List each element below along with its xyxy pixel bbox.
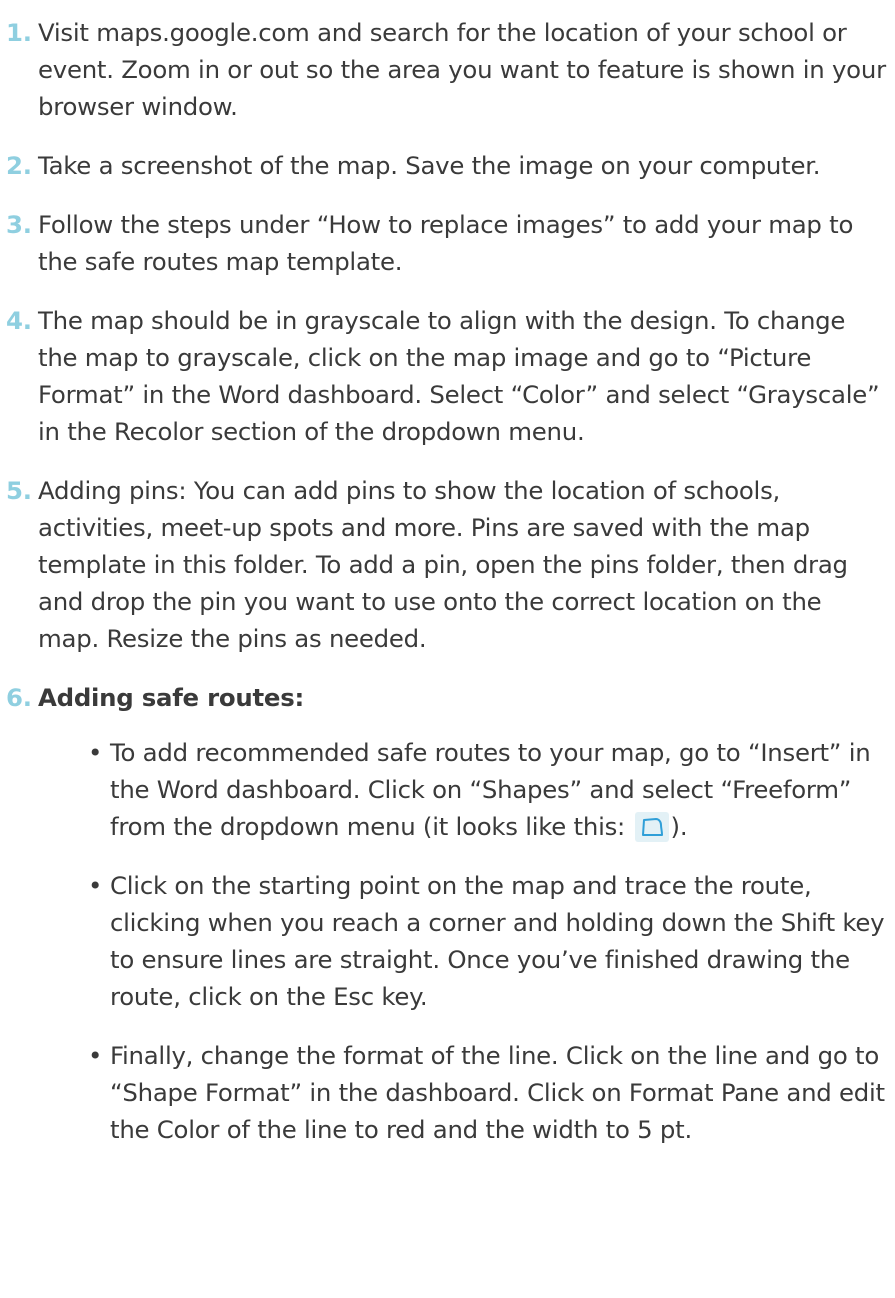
step-3: 3. Follow the steps under “How to replac…: [6, 206, 886, 280]
step-number: 2.: [6, 151, 32, 180]
step-4: 4. The map should be in grayscale to ali…: [6, 302, 886, 450]
step-heading: Adding safe routes:: [38, 683, 304, 712]
bullet-text: Finally, change the format of the line. …: [110, 1041, 885, 1144]
instructions-page: 1. Visit maps.google.com and search for …: [0, 0, 895, 1298]
bullet-text-end: ).: [670, 812, 688, 841]
step-text: Take a screenshot of the map. Save the i…: [38, 151, 821, 180]
instructions-list: 1. Visit maps.google.com and search for …: [6, 14, 886, 1170]
step-number: 3.: [6, 210, 32, 239]
step-text: Visit maps.google.com and search for the…: [38, 18, 886, 121]
step-text: The map should be in grayscale to align …: [38, 306, 880, 446]
step-5: 5. Adding pins: You can add pins to show…: [6, 472, 886, 657]
step-number: 5.: [6, 476, 32, 505]
bullet-item-trace-route: • Click on the starting point on the map…: [88, 867, 886, 1015]
step-1: 1. Visit maps.google.com and search for …: [6, 14, 886, 125]
bullet-text: Click on the starting point on the map a…: [110, 871, 885, 1011]
bullet-list: • To add recommended safe routes to your…: [38, 734, 886, 1148]
step-number: 1.: [6, 18, 32, 47]
step-text: Follow the steps under “How to replace i…: [38, 210, 854, 276]
bullet-dot: •: [88, 1041, 103, 1070]
step-text: Adding pins: You can add pins to show th…: [38, 476, 848, 653]
bullet-dot: •: [88, 738, 103, 767]
bullet-text: To add recommended safe routes to your m…: [110, 738, 871, 841]
bullet-dot: •: [88, 871, 103, 900]
freeform-shape-icon: [634, 812, 669, 842]
bullet-item-insert-freeform: • To add recommended safe routes to your…: [88, 734, 886, 845]
step-number: 4.: [6, 306, 32, 335]
step-2: 2. Take a screenshot of the map. Save th…: [6, 147, 886, 184]
step-6: 6. Adding safe routes: • To add recommen…: [6, 679, 886, 1148]
step-number: 6.: [6, 683, 32, 712]
bullet-item-format-line: • Finally, change the format of the line…: [88, 1037, 886, 1148]
